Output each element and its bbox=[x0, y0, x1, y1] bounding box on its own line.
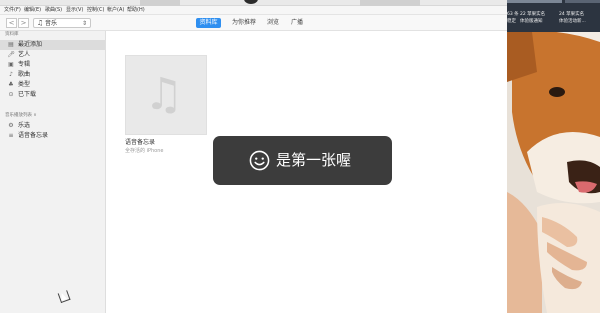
desktop-sublabel: 体验版通知 bbox=[520, 19, 543, 24]
desktop-label[interactable]: 63 条 bbox=[507, 12, 519, 18]
music-note-icon: ♫ bbox=[37, 19, 44, 27]
toast-message: 是第一张喔 bbox=[276, 151, 352, 169]
desktop-label[interactable]: 22 苹果实名 bbox=[520, 12, 545, 18]
tab-library[interactable]: 资料库 bbox=[196, 18, 221, 28]
sidebar-playlists-header[interactable]: 音乐播放列表 ∨ bbox=[5, 113, 37, 119]
tab-for-you[interactable]: 为你推荐 bbox=[229, 18, 259, 28]
apple-logo-icon bbox=[244, 0, 258, 4]
menu-song[interactable]: 歌曲(S) bbox=[45, 7, 62, 14]
sidebar-item-albums[interactable]: ▣ 专辑 bbox=[0, 60, 105, 70]
sidebar-library-header: 资料库 bbox=[5, 32, 19, 37]
menu-help[interactable]: 帮助(H) bbox=[127, 7, 145, 14]
menu-controls[interactable]: 控制(C) bbox=[87, 7, 104, 14]
tab-browse[interactable]: 浏览 bbox=[265, 18, 281, 28]
menu-edit[interactable]: 编辑(E) bbox=[24, 7, 41, 14]
forward-button[interactable]: > bbox=[18, 18, 29, 28]
recently-added-icon: ▤ bbox=[8, 41, 14, 48]
desktop-label[interactable]: 24 苹果实名 bbox=[559, 12, 584, 18]
note-icon: ♪ bbox=[9, 71, 13, 78]
sidebar-item-label: 乐选 bbox=[18, 122, 31, 129]
genre-icon: ♣ bbox=[8, 81, 14, 88]
itunes-window: 文件(F) 编辑(E) 歌曲(S) 显示(V) 控制(C) 帐户(A) 帮助(H… bbox=[0, 0, 507, 313]
album-title[interactable]: 语音备忘录 bbox=[125, 139, 155, 147]
menu-account[interactable]: 帐户(A) bbox=[107, 7, 124, 14]
playlist-icon: ≡ bbox=[8, 132, 14, 139]
media-type-select[interactable]: ♫ 音乐 ⇕ bbox=[33, 18, 91, 28]
sidebar-item-label: 歌曲 bbox=[18, 71, 31, 78]
menu-bar: 文件(F) 编辑(E) 歌曲(S) 显示(V) 控制(C) 帐户(A) 帮助(H… bbox=[0, 6, 507, 15]
chevron-updown-icon: ⇕ bbox=[81, 20, 87, 27]
back-button[interactable]: < bbox=[6, 18, 17, 28]
download-icon: ⊙ bbox=[8, 91, 14, 98]
window-thumbnail[interactable] bbox=[507, 0, 562, 3]
sidebar-item-downloaded[interactable]: ⊙ 已下载 bbox=[0, 90, 105, 100]
menu-view[interactable]: 显示(V) bbox=[66, 7, 83, 14]
media-type-label: 音乐 bbox=[45, 20, 58, 27]
sidebar-item-label: 已下载 bbox=[18, 91, 37, 98]
album-icon: ▣ bbox=[8, 61, 14, 68]
toast-overlay: 是第一张喔 bbox=[213, 136, 392, 185]
sidebar-item-label: 类型 bbox=[18, 81, 31, 88]
nav-bar: < > ♫ 音乐 ⇕ 资料库 为你推荐 浏览 广播 bbox=[0, 15, 507, 31]
microphone-icon: 🎤︎ bbox=[7, 51, 15, 58]
sidebar-item-voice-memos[interactable]: ≡ 语音备忘录 bbox=[0, 131, 105, 141]
album-artwork[interactable]: ♫ bbox=[125, 55, 207, 135]
sidebar-item-genius[interactable]: ⚙ 乐选 bbox=[0, 121, 105, 131]
album-subtitle: 全存活的 iPhone bbox=[125, 148, 164, 154]
desktop-area: 63 条 22 苹果实名 24 苹果实名 稳定 体验版通知 体验活动新... bbox=[507, 0, 600, 313]
window-thumbnail[interactable] bbox=[565, 0, 600, 3]
mouse-cursor-icon bbox=[58, 292, 68, 301]
sidebar-item-label: 艺人 bbox=[18, 51, 31, 58]
desktop-sublabel: 体验活动新... bbox=[559, 19, 586, 24]
gear-icon: ⚙ bbox=[8, 122, 14, 129]
menu-file[interactable]: 文件(F) bbox=[4, 7, 21, 14]
sidebar: 资料库 ▤ 最近添加 🎤︎ 艺人 ▣ 专辑 ♪ 歌曲 ♣ 类型 ⊙ 已下载 音乐… bbox=[0, 31, 106, 313]
desktop-sublabel: 稳定 bbox=[507, 19, 516, 24]
smiley-icon bbox=[249, 150, 270, 171]
sidebar-item-genres[interactable]: ♣ 类型 bbox=[0, 80, 105, 90]
sidebar-item-songs[interactable]: ♪ 歌曲 bbox=[0, 70, 105, 80]
sidebar-item-artists[interactable]: 🎤︎ 艺人 bbox=[0, 50, 105, 60]
desktop-taskbar: 63 条 22 苹果实名 24 苹果实名 稳定 体验版通知 体验活动新... bbox=[507, 0, 600, 32]
shiba-dog-photo bbox=[507, 32, 600, 313]
music-note-icon: ♫ bbox=[144, 69, 184, 120]
sidebar-item-label: 专辑 bbox=[18, 61, 31, 68]
tab-radio[interactable]: 广播 bbox=[289, 18, 305, 28]
sidebar-item-label: 最近添加 bbox=[18, 41, 43, 48]
sidebar-item-recently-added[interactable]: ▤ 最近添加 bbox=[0, 40, 105, 50]
sidebar-item-label: 语音备忘录 bbox=[18, 132, 49, 139]
